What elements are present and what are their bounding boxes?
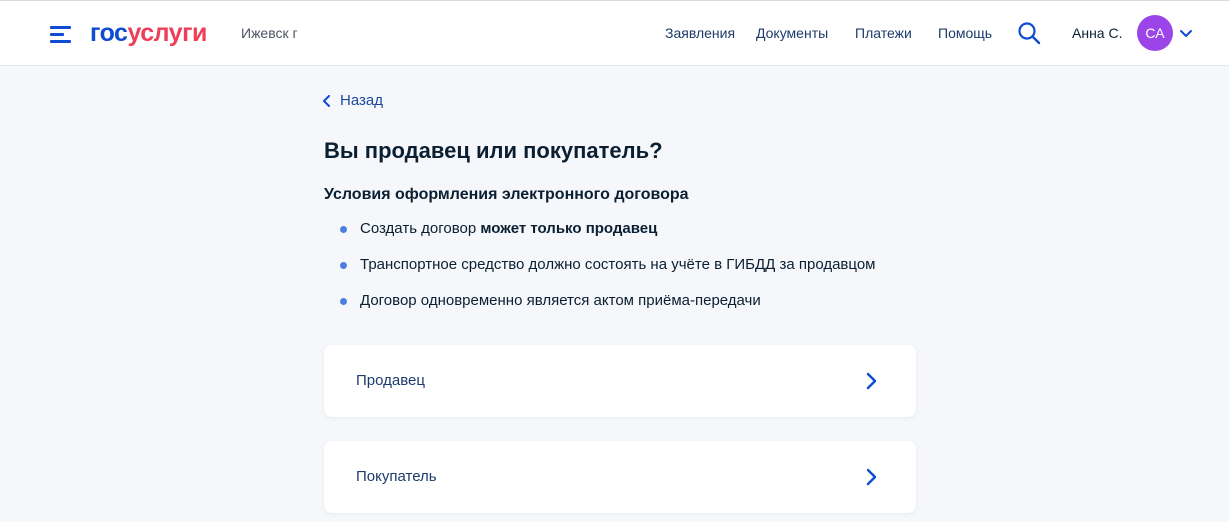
option-label: Продавец	[356, 372, 425, 389]
chevron-right-icon	[866, 372, 877, 390]
search-icon[interactable]	[1017, 21, 1041, 45]
user-name[interactable]: Анна С.	[1072, 25, 1122, 41]
option-buyer[interactable]: Покупатель	[324, 441, 916, 513]
nav-payments[interactable]: Платежи	[855, 25, 912, 41]
option-label: Покупатель	[356, 468, 437, 485]
condition-bold: может только продавец	[480, 220, 658, 237]
gosuslugi-logo[interactable]: госуслуги	[90, 19, 207, 47]
option-seller[interactable]: Продавец	[324, 345, 916, 417]
logo-part-uslugi: услуги	[127, 19, 207, 47]
chevron-right-icon	[866, 468, 877, 486]
avatar[interactable]: СА	[1137, 15, 1173, 51]
condition-text: Создать договор	[360, 220, 481, 237]
back-label: Назад	[340, 92, 383, 109]
condition-text: Договор одновременно является актом приё…	[360, 292, 761, 309]
chevron-down-icon[interactable]	[1179, 27, 1193, 41]
page-title: Вы продавец или покупатель?	[324, 138, 663, 163]
conditions-heading: Условия оформления электронного договора	[324, 186, 689, 203]
condition-text: Транспортное средство должно состоять на…	[360, 256, 876, 273]
nav-documents[interactable]: Документы	[756, 25, 828, 41]
city-selector[interactable]: Ижевск г	[241, 25, 298, 41]
bullet-icon	[340, 262, 347, 269]
nav-help[interactable]: Помощь	[938, 25, 992, 41]
logo-part-gos: гос	[90, 19, 128, 47]
bullet-icon	[340, 226, 347, 233]
top-header: госуслуги Ижевск г Заявления Документы П…	[0, 0, 1229, 66]
nav-applications[interactable]: Заявления	[665, 25, 735, 41]
chevron-left-icon	[323, 95, 330, 107]
bullet-icon	[340, 298, 347, 305]
menu-icon[interactable]	[50, 26, 71, 43]
